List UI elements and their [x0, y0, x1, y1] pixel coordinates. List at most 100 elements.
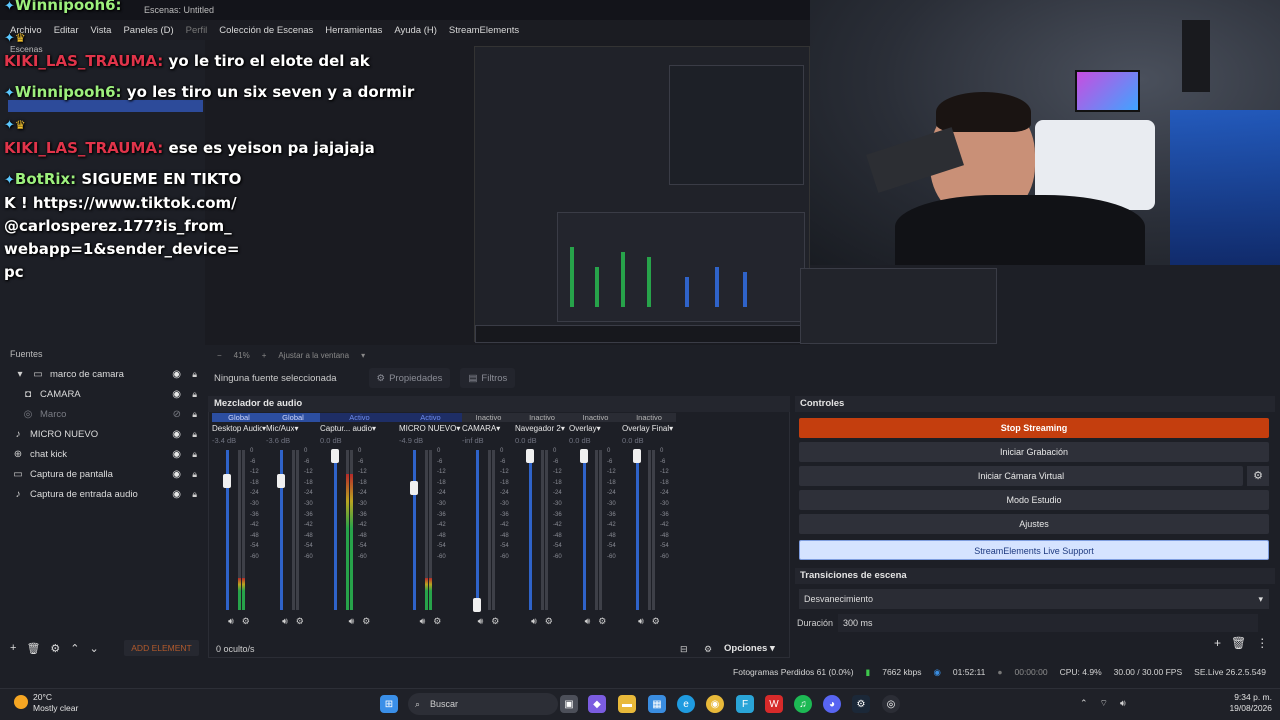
- volume-slider-track[interactable]: [636, 450, 639, 610]
- channel-name[interactable]: MICRO NUEVO: [399, 422, 456, 436]
- gear-icon[interactable]: ⚙: [242, 616, 250, 628]
- duration-input[interactable]: 300 ms: [838, 614, 1258, 632]
- chevron-down-icon[interactable]: ▾: [372, 422, 376, 436]
- add-element-button[interactable]: ADD ELEMENT: [124, 640, 199, 656]
- weather-icon[interactable]: [14, 695, 28, 709]
- channel-name[interactable]: Desktop Audio: [212, 422, 262, 436]
- discord-icon[interactable]: ◕: [823, 695, 841, 713]
- mute-icon[interactable]: 🔊︎: [228, 616, 234, 628]
- eye-icon[interactable]: ◉: [172, 489, 181, 500]
- mute-icon[interactable]: 🔊︎: [349, 616, 355, 628]
- app-f-icon[interactable]: F: [736, 695, 754, 713]
- source-item[interactable]: ♪ Captura de entrada audio ◉ 🔒︎: [0, 484, 205, 504]
- volume-slider-thumb[interactable]: [633, 449, 641, 463]
- channel-name[interactable]: Overlay Final: [622, 422, 669, 436]
- taskbar-search[interactable]: ⌕ Buscar: [408, 693, 558, 715]
- obs-icon[interactable]: ◎: [882, 695, 900, 713]
- copilot-icon[interactable]: ◆: [588, 695, 606, 713]
- channel-name[interactable]: Navegador 2: [515, 422, 561, 436]
- start-recording-button[interactable]: Iniciar Grabación: [799, 442, 1269, 462]
- source-item[interactable]: ⊕ chat kick ◉ 🔒︎: [0, 444, 205, 464]
- windows-start-icon[interactable]: ⊞: [380, 695, 398, 713]
- winrar-icon[interactable]: W: [765, 695, 783, 713]
- lock-icon[interactable]: 🔒︎: [192, 369, 197, 380]
- transition-select[interactable]: Desvanecimiento ▾: [799, 589, 1269, 609]
- source-item[interactable]: ♪ MICRO NUEVO ◉ 🔒︎: [0, 424, 205, 444]
- source-item[interactable]: ◎ Marco ⊘ 🔒︎: [0, 404, 205, 424]
- eye-icon[interactable]: ◉: [172, 369, 181, 380]
- filters-button[interactable]: ▤ Filtros: [460, 368, 516, 388]
- mixer-options-button[interactable]: Opciones ▾: [724, 640, 784, 658]
- channel-name[interactable]: Mic/Aux: [266, 422, 294, 436]
- store-icon[interactable]: ▦: [648, 695, 666, 713]
- lock-icon[interactable]: 🔒︎: [192, 489, 197, 500]
- volume-slider-track[interactable]: [583, 450, 586, 610]
- settings-button[interactable]: Ajustes: [799, 514, 1269, 534]
- stop-streaming-button[interactable]: Stop Streaming: [799, 418, 1269, 438]
- mute-icon[interactable]: 🔊︎: [478, 616, 484, 628]
- volume-slider-thumb[interactable]: [473, 598, 481, 612]
- eye-icon[interactable]: ◉: [172, 429, 181, 440]
- mute-icon[interactable]: 🔊︎: [585, 616, 591, 628]
- volume-slider-thumb[interactable]: [223, 474, 231, 488]
- chevron-down-icon[interactable]: ▾: [496, 422, 500, 436]
- studio-mode-button[interactable]: Modo Estudio: [799, 490, 1269, 510]
- volume-slider-track[interactable]: [476, 450, 479, 610]
- edge-icon[interactable]: e: [677, 695, 695, 713]
- properties-button[interactable]: ⚙ Propiedades: [368, 368, 451, 388]
- chevron-down-icon[interactable]: ▾: [294, 422, 298, 436]
- volume-slider-thumb[interactable]: [526, 449, 534, 463]
- gear-icon[interactable]: ⚙: [362, 616, 370, 628]
- source-item[interactable]: ◘ CAMARA ◉ 🔒︎: [0, 384, 205, 404]
- chevron-down-icon[interactable]: ▾: [597, 422, 601, 436]
- volume-slider-thumb[interactable]: [410, 481, 418, 495]
- volume-slider-track[interactable]: [334, 450, 337, 610]
- volume-slider-track[interactable]: [413, 450, 416, 610]
- streamelements-support-button[interactable]: StreamElements Live Support: [799, 540, 1269, 560]
- chevron-down-icon[interactable]: ▾: [561, 422, 565, 436]
- chevron-down-icon[interactable]: ▾: [669, 422, 673, 436]
- advanced-audio-icon[interactable]: ⚙: [704, 644, 712, 655]
- mute-icon[interactable]: 🔊︎: [531, 616, 537, 628]
- volume-slider-thumb[interactable]: [331, 449, 339, 463]
- chevron-down-icon[interactable]: ▾: [456, 422, 460, 436]
- trash-icon[interactable]: 🗑︎: [1231, 636, 1246, 650]
- steam-icon[interactable]: ⚙: [852, 695, 870, 713]
- move-down-icon[interactable]: ⌄: [90, 642, 99, 655]
- volume-icon[interactable]: 🔊︎: [1120, 698, 1126, 709]
- layout-icon[interactable]: ⊟: [680, 644, 688, 655]
- taskbar-clock[interactable]: 9:34 p. m. 19/08/2026: [1222, 692, 1272, 714]
- more-icon[interactable]: ⋮: [1256, 636, 1268, 650]
- volume-slider-thumb[interactable]: [277, 474, 285, 488]
- add-transition-icon[interactable]: +: [1214, 636, 1221, 650]
- mute-icon[interactable]: 🔊︎: [638, 616, 644, 628]
- chrome-icon[interactable]: ◉: [706, 695, 724, 713]
- virtual-camera-button[interactable]: Iniciar Cámara Virtual: [799, 466, 1243, 486]
- gear-icon[interactable]: ⚙: [50, 642, 60, 655]
- trash-icon[interactable]: 🗑︎: [26, 642, 40, 655]
- eye-icon[interactable]: ◉: [172, 469, 181, 480]
- channel-name[interactable]: CAMARA: [462, 422, 496, 436]
- weather-widget[interactable]: 20°C Mostly clear: [33, 692, 78, 714]
- gear-icon[interactable]: ⚙: [296, 616, 304, 628]
- channel-name[interactable]: Overlay: [569, 422, 597, 436]
- gear-icon[interactable]: ⚙: [491, 616, 499, 628]
- gear-icon[interactable]: ⚙: [433, 616, 441, 628]
- eye-icon[interactable]: ◉: [172, 449, 181, 460]
- volume-slider-track[interactable]: [529, 450, 532, 610]
- mute-icon[interactable]: 🔊︎: [282, 616, 288, 628]
- gear-icon[interactable]: ⚙: [545, 616, 553, 628]
- lock-icon[interactable]: 🔒︎: [192, 469, 197, 480]
- lock-icon[interactable]: 🔒︎: [192, 389, 197, 400]
- eye-hidden-icon[interactable]: ⊘: [173, 409, 181, 420]
- gear-icon[interactable]: ⚙: [1247, 466, 1269, 486]
- channel-name[interactable]: Captur... audio: [320, 422, 372, 436]
- chevron-up-icon[interactable]: ⌃: [1080, 698, 1088, 709]
- wifi-icon[interactable]: ⌔: [1100, 698, 1108, 709]
- lock-icon[interactable]: 🔒︎: [192, 429, 197, 440]
- lock-icon[interactable]: 🔒︎: [192, 409, 197, 420]
- source-item[interactable]: ▭ Captura de pantalla ◉ 🔒︎: [0, 464, 205, 484]
- task-view-icon[interactable]: ▣: [560, 695, 578, 713]
- gear-icon[interactable]: ⚙: [598, 616, 606, 628]
- volume-slider-thumb[interactable]: [580, 449, 588, 463]
